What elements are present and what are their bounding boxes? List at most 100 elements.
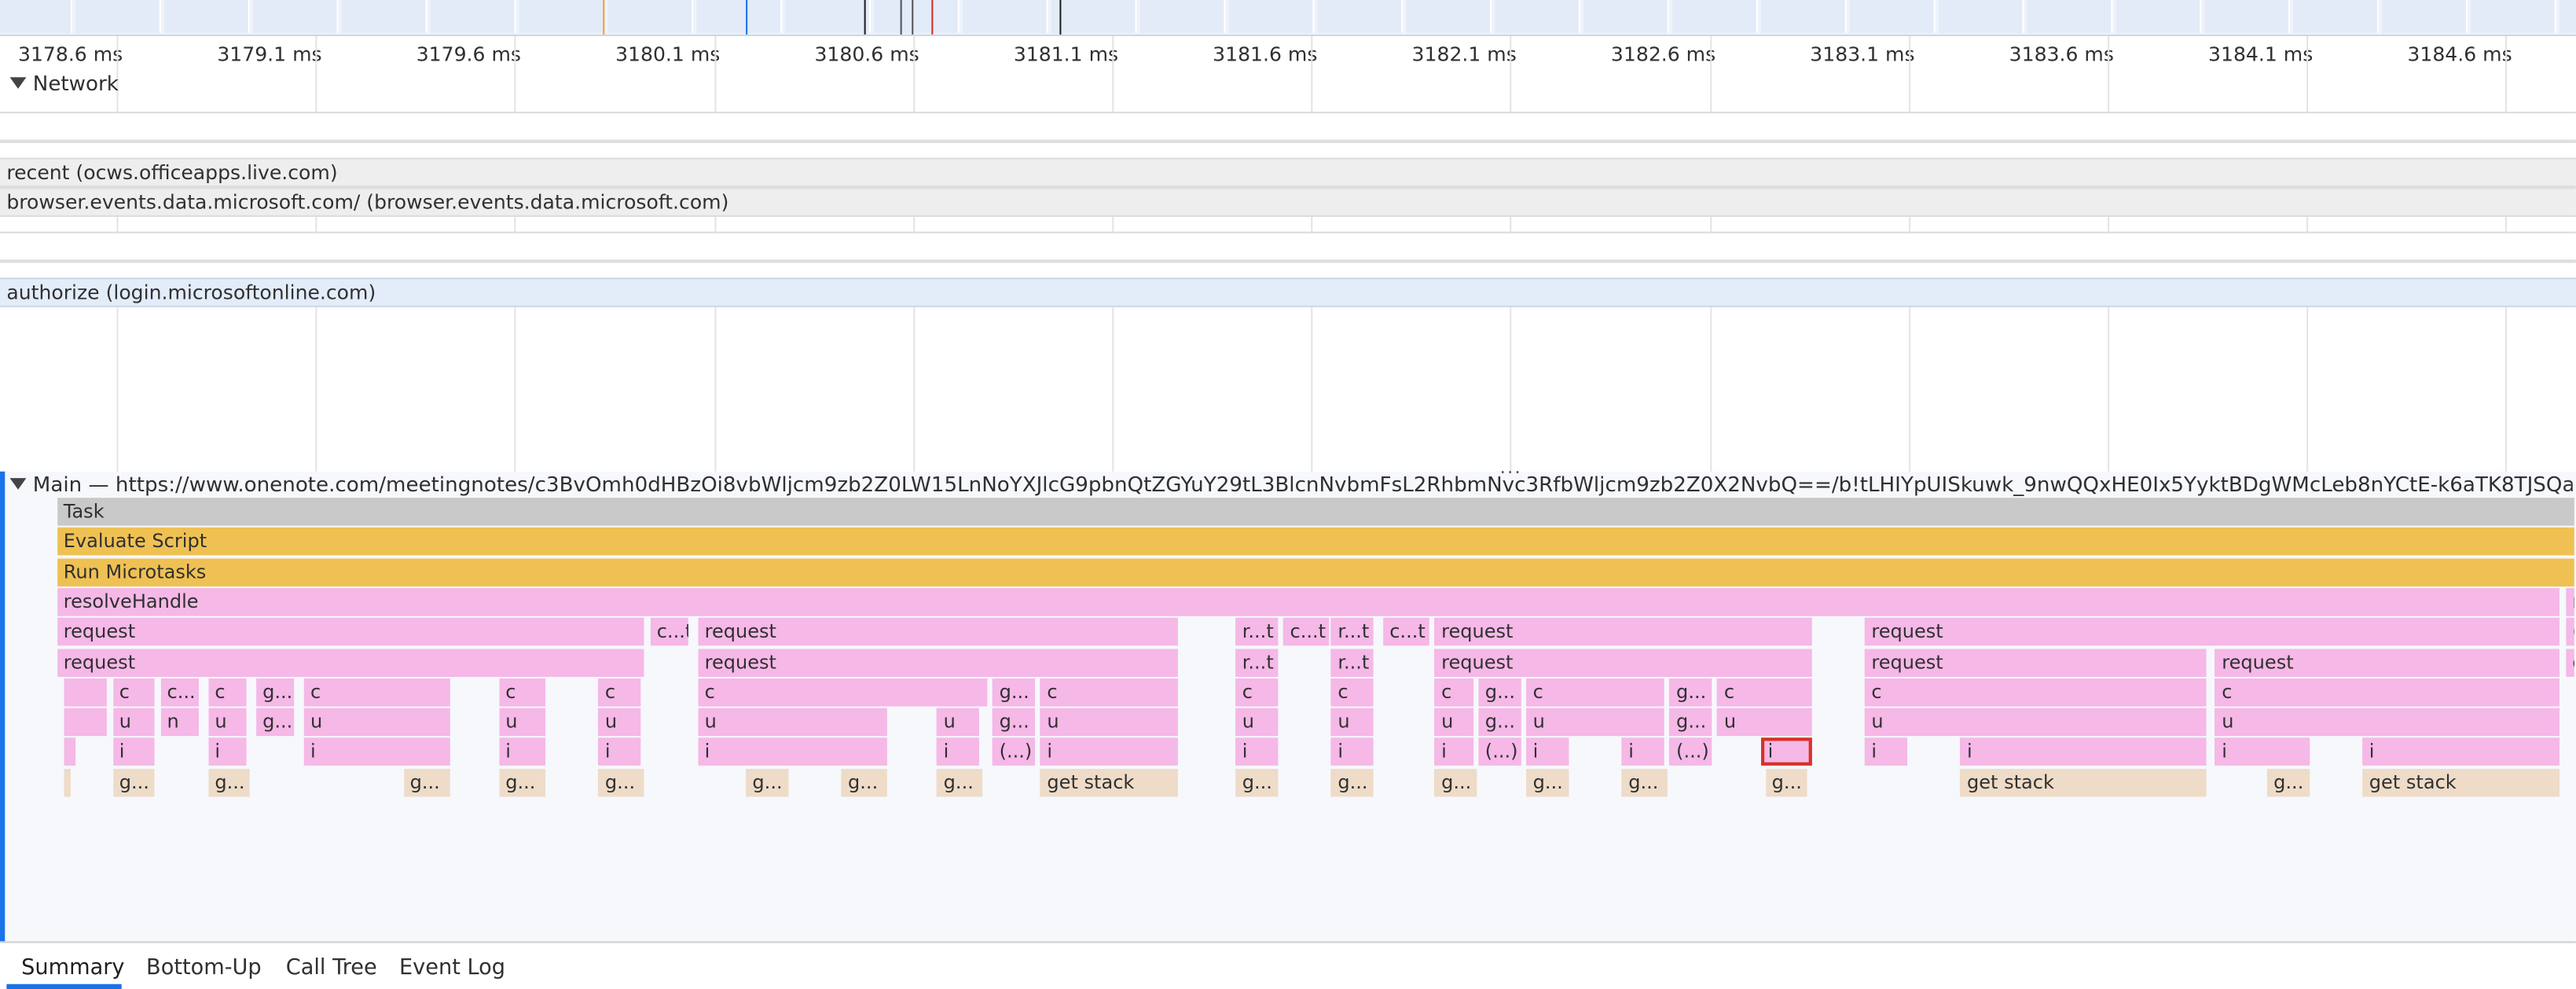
flame-bar[interactable]: c [1434,678,1473,707]
flame-bar[interactable]: request [698,618,1179,646]
flame-bar[interactable]: r...t [1235,618,1278,646]
flame-bar[interactable]: u [303,708,450,737]
flame-bar[interactable]: c [498,678,545,707]
flame-bar[interactable]: c [303,678,450,707]
flame-bar[interactable]: get stack [2362,768,2560,796]
flame-bar[interactable]: n [160,708,199,737]
flame-bar[interactable]: request [57,618,645,646]
flame-bar[interactable]: (...) [993,738,1035,767]
flame-bar[interactable]: g... [841,768,888,796]
flame-bar[interactable]: c [1864,678,2206,707]
flame-bar[interactable]: c...t [650,618,689,646]
flame-bar[interactable]: request [2565,587,2574,616]
flame-bar[interactable]: g... [937,768,984,796]
flame-bar[interactable]: c...t [1382,618,1429,646]
network-row-recent[interactable]: recent (ocws.officeapps.live.com) [0,157,2576,188]
flame-bar[interactable]: (ano...us) [2565,618,2574,646]
flame-bar[interactable]: u [207,708,247,737]
flame-bar[interactable]: r...t [1330,648,1374,676]
flame-bar[interactable]: g... [1765,768,1807,796]
tab-call-tree[interactable]: Call Tree [286,956,377,980]
flame-bar[interactable]: request [1864,648,2206,676]
flame-bar[interactable]: u [498,708,545,737]
main-track-header[interactable]: Main — https://www.onenote.com/meetingno… [9,472,2573,496]
flame-bar[interactable]: u [1717,708,1812,737]
flame-bar[interactable]: g... [598,768,645,796]
flame-bar[interactable]: u [1040,708,1179,737]
flame-bar[interactable]: i [698,738,888,767]
flame-bar[interactable]: c [698,678,988,707]
flame-bar[interactable]: i [1434,738,1473,767]
flame-bar[interactable]: g... [1669,708,1712,737]
flame-bar[interactable]: u [698,708,888,737]
flame-bar[interactable]: u [1330,708,1374,737]
flame-bar[interactable]: c [1235,678,1278,707]
flame-bar[interactable]: Task [57,498,2574,526]
flame-bar[interactable]: i [207,738,247,767]
flame-bar[interactable]: (...) [1669,738,1712,767]
flame-bar[interactable]: c [598,678,641,707]
flame-bar[interactable] [64,738,75,767]
flame-bar[interactable]: g... [1235,768,1278,796]
flame-bar[interactable]: i [937,738,979,767]
tab-summary[interactable]: Summary [21,956,124,980]
flame-bar[interactable]: i [2362,738,2560,767]
flame-bar[interactable]: g... [1330,768,1374,796]
flame-bar[interactable]: g... [1478,708,1521,737]
network-row-browser-events[interactable]: browser.events.data.microsoft.com/ (brow… [0,187,2576,217]
flame-bar[interactable]: c [2215,678,2560,707]
flame-bar[interactable]: request [2215,648,2560,676]
flame-bar[interactable]: g...t [2565,648,2574,676]
flame-bar[interactable]: i [498,738,545,767]
flame-bar[interactable]: i [2215,738,2310,767]
flame-bar[interactable]: i [1621,738,1664,767]
flame-bar[interactable]: g... [112,768,155,796]
flame-bar[interactable]: i [1864,738,1907,767]
flame-bar[interactable]: Run Microtasks [57,557,2574,586]
flame-bar[interactable]: u [1235,708,1278,737]
flame-bar[interactable]: g... [207,768,251,796]
flame-bar[interactable]: Evaluate Script [57,528,2574,556]
flame-bar[interactable]: g... [403,768,450,796]
flame-bar[interactable]: i [1960,738,2206,767]
flame-bar[interactable]: g... [1478,678,1521,707]
timeline-overview[interactable] [0,0,2576,36]
flame-bar[interactable]: i [1330,738,1374,767]
flame-bar[interactable]: request [698,648,1179,676]
flame-bar[interactable]: g... [1669,678,1712,707]
flame-bar[interactable] [64,708,108,737]
expand-triangle-icon[interactable] [9,478,27,490]
flame-bar[interactable]: i [303,738,450,767]
flame-bar[interactable]: i [1526,738,1569,767]
flame-bar[interactable]: u [112,708,155,737]
network-row[interactable] [0,231,2576,262]
flame-bar[interactable]: c [1526,678,1664,707]
flame-bar[interactable]: g... [498,768,545,796]
flame-bar[interactable]: get stack [1960,768,2206,796]
flame-bar[interactable]: g... [993,708,1035,737]
flame-bar[interactable]: request [1434,648,1812,676]
flame-bar[interactable]: u [937,708,979,737]
flame-bar[interactable]: i [1235,738,1278,767]
flame-bar[interactable]: g... [255,678,295,707]
tab-bottom-up[interactable]: Bottom-Up [146,956,262,980]
network-track-header[interactable]: Network [9,71,119,95]
flame-bar[interactable]: u [1864,708,2206,737]
flame-bar[interactable]: c... [160,678,199,707]
flame-bar[interactable]: g... [2266,768,2310,796]
flame-bar[interactable]: c...t [1283,618,1330,646]
flame-bar[interactable]: i [1040,738,1179,767]
flame-bar[interactable]: (...) [1478,738,1521,767]
flame-bar[interactable]: resolveHandle [57,587,2560,616]
flame-bar[interactable]: i [1761,738,1812,767]
flame-bar[interactable]: r...t [1330,618,1374,646]
flame-bar[interactable]: request [1864,618,2560,646]
flame-bar[interactable]: c [1040,678,1179,707]
flame-bar[interactable]: u [2215,708,2560,737]
flame-bar[interactable]: c [1330,678,1374,707]
expand-triangle-icon[interactable] [9,77,27,89]
network-row-authorize[interactable]: authorize (login.microsoftonline.com) [0,278,2576,307]
flame-bar[interactable]: u [598,708,641,737]
flame-bar[interactable]: r...t [1235,648,1278,676]
flame-bar[interactable]: request [1434,618,1812,646]
